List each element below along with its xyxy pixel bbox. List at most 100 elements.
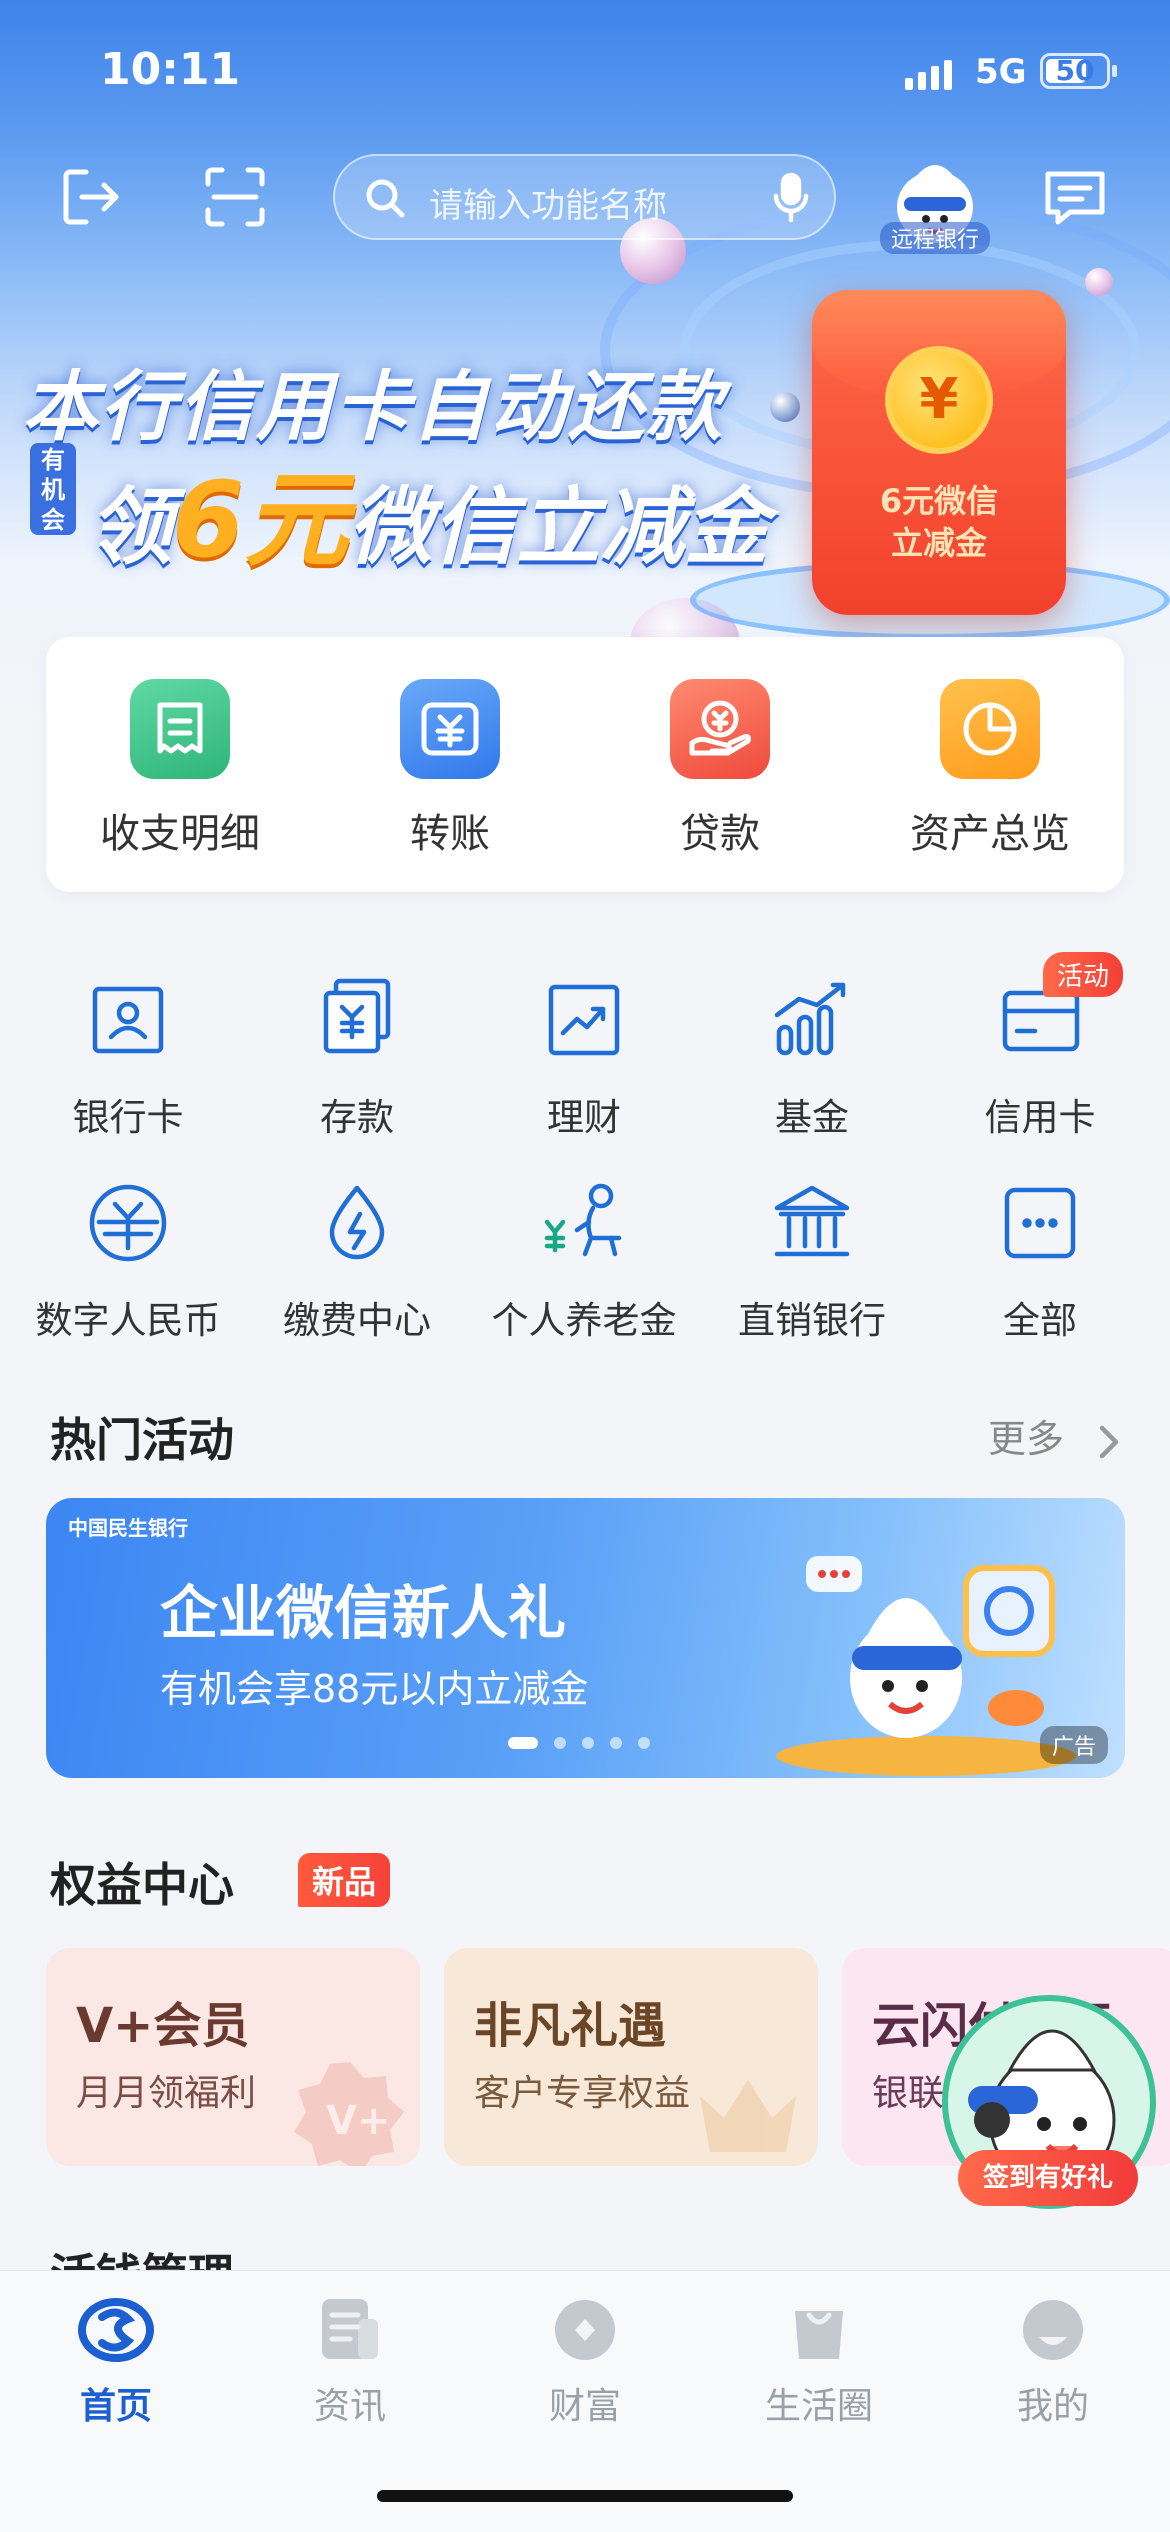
tab-home[interactable]: 首页 bbox=[16, 2297, 216, 2429]
tab-label: 资讯 bbox=[313, 2386, 386, 2427]
grid-item-deposit[interactable]: 存款 bbox=[247, 975, 467, 1141]
tab-label: 财富 bbox=[548, 2386, 621, 2427]
benefit-subtitle: 月月领福利 bbox=[76, 2073, 257, 2114]
quick-action-label: 资产总览 bbox=[910, 811, 1070, 857]
hot-activities-title: 热门活动 bbox=[50, 1413, 234, 1467]
ad-label: 广告 bbox=[1040, 1726, 1109, 1764]
tab-label: 生活圈 bbox=[764, 2386, 873, 2427]
chevron-right-icon bbox=[1099, 1425, 1119, 1458]
grid-item-label: 银行卡 bbox=[72, 1096, 184, 1139]
more-label: 更多 bbox=[988, 1417, 1065, 1461]
check-in-label[interactable]: 签到有好礼 bbox=[958, 2150, 1138, 2206]
vplus-badge-icon: V+ bbox=[294, 2062, 404, 2166]
grid-item-label: 数字人民币 bbox=[35, 1299, 221, 1342]
payment-center-icon bbox=[312, 1178, 402, 1268]
quick-action-label: 贷款 bbox=[680, 811, 760, 857]
quick-action-label: 收支明细 bbox=[100, 811, 260, 857]
grid-item-label: 直销银行 bbox=[738, 1299, 886, 1342]
grid-item-label: 存款 bbox=[320, 1096, 394, 1139]
packet-text-line2: 立减金 bbox=[890, 524, 987, 562]
new-product-tag: 新品 bbox=[298, 1853, 391, 1907]
benefit-card-privilege[interactable]: 非凡礼遇 客户专享权益 bbox=[444, 1948, 818, 2166]
grid-item-fund[interactable]: 基金 bbox=[702, 975, 922, 1141]
loan-icon bbox=[670, 679, 770, 779]
grid-item-credit-card[interactable]: 信用卡 bbox=[930, 975, 1150, 1141]
hot-banner-title: 企业微信新人礼 bbox=[160, 1579, 567, 1647]
asset-overview-icon bbox=[940, 679, 1040, 779]
benefits-center-title: 权益中心 bbox=[50, 1858, 234, 1912]
grid-item-label: 缴费中心 bbox=[283, 1299, 431, 1342]
activity-tag: 活动 bbox=[1043, 952, 1124, 997]
direct-bank-icon bbox=[767, 1178, 857, 1268]
coin-icon: ¥ bbox=[885, 346, 993, 454]
banner-subtitle[interactable]: 领6元微信立减金 bbox=[88, 435, 768, 586]
tab-life-circle[interactable]: 生活圈 bbox=[719, 2297, 919, 2429]
grid-item-label: 基金 bbox=[775, 1096, 849, 1139]
tab-wealth[interactable]: 财富 bbox=[485, 2297, 685, 2429]
grid-item-label: 全部 bbox=[1003, 1299, 1077, 1342]
tab-profile[interactable]: 我的 bbox=[953, 2297, 1153, 2429]
search-icon bbox=[366, 179, 405, 218]
benefit-card-vplus[interactable]: V+会员 月月领福利 V+ bbox=[46, 1948, 420, 2166]
search-placeholder: 请输入功能名称 bbox=[429, 186, 667, 226]
microphone-icon[interactable] bbox=[771, 172, 811, 224]
grid-item-all[interactable]: 全部 bbox=[930, 1178, 1150, 1344]
profile-icon bbox=[1015, 2297, 1091, 2363]
grid-item-direct-bank[interactable]: 直销银行 bbox=[702, 1178, 922, 1344]
wealth-tab-icon bbox=[547, 2297, 623, 2363]
grid-item-label: 个人养老金 bbox=[491, 1299, 677, 1342]
home-logo-icon bbox=[78, 2297, 154, 2363]
fund-icon bbox=[767, 975, 857, 1065]
crown-icon bbox=[700, 2080, 796, 2152]
network-type: 5G bbox=[975, 52, 1027, 92]
deposit-icon bbox=[312, 975, 402, 1065]
news-icon bbox=[312, 2297, 388, 2363]
hot-activity-banner[interactable]: 中国民生银行 企业微信新人礼 有机会享88元以内立减金 广告 bbox=[46, 1498, 1125, 1778]
grid-item-digital-rmb[interactable]: 数字人民币 bbox=[18, 1178, 238, 1344]
benefit-title: 非凡礼遇 bbox=[474, 1998, 667, 2054]
message-icon[interactable] bbox=[1040, 162, 1110, 232]
red-packet-image[interactable]: ¥ 6元微信立减金 bbox=[812, 290, 1066, 615]
grid-item-wealth[interactable]: 理财 bbox=[474, 975, 694, 1141]
search-bar[interactable]: 请输入功能名称 bbox=[333, 154, 836, 240]
carousel-dots[interactable] bbox=[508, 1734, 666, 1753]
mascot-illustration bbox=[776, 1556, 1076, 1776]
banner-subtitle-suffix: 微信立减金 bbox=[348, 478, 769, 576]
quick-action-statement[interactable]: 收支明细 bbox=[80, 679, 280, 859]
quick-action-asset-overview[interactable]: 资产总览 bbox=[890, 679, 1090, 859]
quick-actions-card: 收支明细 转账 贷款 资产总览 bbox=[46, 637, 1124, 892]
home-indicator bbox=[377, 2490, 793, 2502]
benefit-subtitle: 客户专享权益 bbox=[474, 2073, 691, 2114]
banner-subtitle-amount: 6元 bbox=[172, 459, 349, 581]
wealth-icon bbox=[539, 975, 629, 1065]
hot-banner-subtitle: 有机会享88元以内立减金 bbox=[160, 1667, 589, 1711]
grid-item-label: 信用卡 bbox=[984, 1096, 1096, 1139]
digital-rmb-icon bbox=[83, 1178, 173, 1268]
more-link[interactable]: 更多 bbox=[988, 1408, 1122, 1463]
grid-item-bank-card[interactable]: 银行卡 bbox=[18, 975, 238, 1141]
grid-item-pension[interactable]: 个人养老金 bbox=[474, 1178, 694, 1344]
battery-level: 50 bbox=[1055, 54, 1095, 87]
transfer-icon bbox=[400, 679, 500, 779]
grid-item-label: 理财 bbox=[547, 1096, 621, 1139]
remote-bank-label[interactable]: 远程银行 bbox=[880, 222, 990, 254]
all-icon bbox=[995, 1178, 1085, 1268]
logout-icon[interactable] bbox=[56, 162, 126, 232]
banner-badge: 有机会 bbox=[30, 443, 76, 535]
signal-icon bbox=[905, 60, 957, 90]
packet-text-line1: 6元微信 bbox=[879, 482, 999, 520]
banner-subtitle-prefix: 领 bbox=[88, 478, 173, 576]
tab-news[interactable]: 资讯 bbox=[250, 2297, 450, 2429]
quick-action-label: 转账 bbox=[410, 811, 490, 857]
scan-icon[interactable] bbox=[200, 162, 270, 232]
grid-item-payment-center[interactable]: 缴费中心 bbox=[247, 1178, 467, 1344]
status-bar: 10:11 5G 50 bbox=[0, 0, 1170, 150]
status-time: 10:11 bbox=[100, 44, 241, 95]
bank-card-icon bbox=[83, 975, 173, 1065]
battery-icon: 50 bbox=[1040, 53, 1110, 89]
bank-logo-text: 中国民生银行 bbox=[68, 1516, 188, 1540]
svg-text:V+: V+ bbox=[326, 2098, 390, 2144]
quick-action-transfer[interactable]: 转账 bbox=[350, 679, 550, 859]
quick-action-loan[interactable]: 贷款 bbox=[620, 679, 820, 859]
pension-icon bbox=[539, 1178, 629, 1268]
